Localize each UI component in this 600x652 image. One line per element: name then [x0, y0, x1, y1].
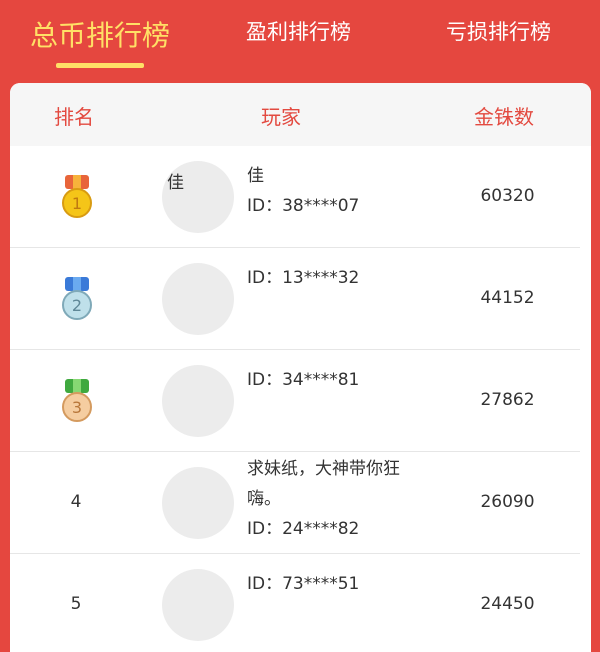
leaderboard-card: 排名 玩家 金铢数 1 佳 佳 ID：38****07 60320 2 ID：1	[10, 83, 591, 652]
header-rank: 排名	[54, 105, 94, 129]
player-info: 求妹纸，大神带你狂 嗨。 ID：24****82	[247, 454, 437, 544]
player-info: ID：73****51	[247, 569, 437, 599]
player-id: ID：13****32	[247, 268, 360, 288]
avatar[interactable]	[162, 365, 234, 437]
avatar[interactable]	[162, 263, 234, 335]
player-info: ID：13****32	[247, 263, 437, 293]
tab-loss[interactable]: 亏损排行榜	[446, 16, 551, 46]
player-info: ID：34****81	[247, 365, 437, 395]
player-score: 24450	[480, 594, 535, 614]
player-score: 26090	[480, 492, 535, 512]
svg-text:3: 3	[72, 398, 82, 417]
player-id: ID：38****07	[247, 196, 360, 216]
gold-medal-icon: 1	[62, 175, 92, 218]
player-info: 佳 ID：38****07	[247, 161, 437, 221]
table-row[interactable]: 2 ID：13****32 44152	[10, 248, 580, 350]
bronze-medal-icon: 3	[62, 379, 92, 422]
rank-number: 5	[70, 594, 82, 614]
player-id: ID：34****81	[247, 370, 360, 390]
table-row[interactable]: 1 佳 佳 ID：38****07 60320	[10, 146, 580, 248]
tab-total-coins[interactable]: 总币排行榜	[30, 14, 170, 54]
svg-text:1: 1	[72, 194, 82, 213]
table-header: 排名 玩家 金铢数	[10, 83, 591, 146]
tab-profit[interactable]: 盈利排行榜	[246, 16, 351, 46]
player-score: 60320	[480, 186, 535, 206]
avatar[interactable]	[162, 467, 234, 539]
rank-number: 4	[70, 492, 82, 512]
avatar-initial: 佳	[167, 173, 184, 193]
table-row[interactable]: 3 ID：34****81 27862	[10, 350, 580, 452]
table-row[interactable]: 5 ID：73****51 24450	[10, 554, 580, 652]
active-tab-indicator	[56, 63, 144, 68]
player-score: 44152	[480, 288, 535, 308]
player-score: 27862	[480, 390, 535, 410]
header-score: 金铢数	[474, 105, 534, 129]
player-name: 佳	[247, 166, 264, 186]
avatar[interactable]	[162, 569, 234, 641]
silver-medal-icon: 2	[62, 277, 92, 320]
player-id: ID：73****51	[247, 574, 360, 594]
player-name-cont: 嗨。	[247, 489, 281, 509]
player-id: ID：24****82	[247, 519, 360, 539]
avatar[interactable]: 佳	[162, 161, 234, 233]
header-player: 玩家	[261, 105, 301, 129]
player-name: 求妹纸，大神带你狂	[247, 459, 400, 479]
svg-text:2: 2	[72, 296, 82, 315]
table-row[interactable]: 4 求妹纸，大神带你狂 嗨。 ID：24****82 26090	[10, 452, 580, 554]
ranking-tabs: 总币排行榜 盈利排行榜 亏损排行榜	[0, 0, 600, 82]
